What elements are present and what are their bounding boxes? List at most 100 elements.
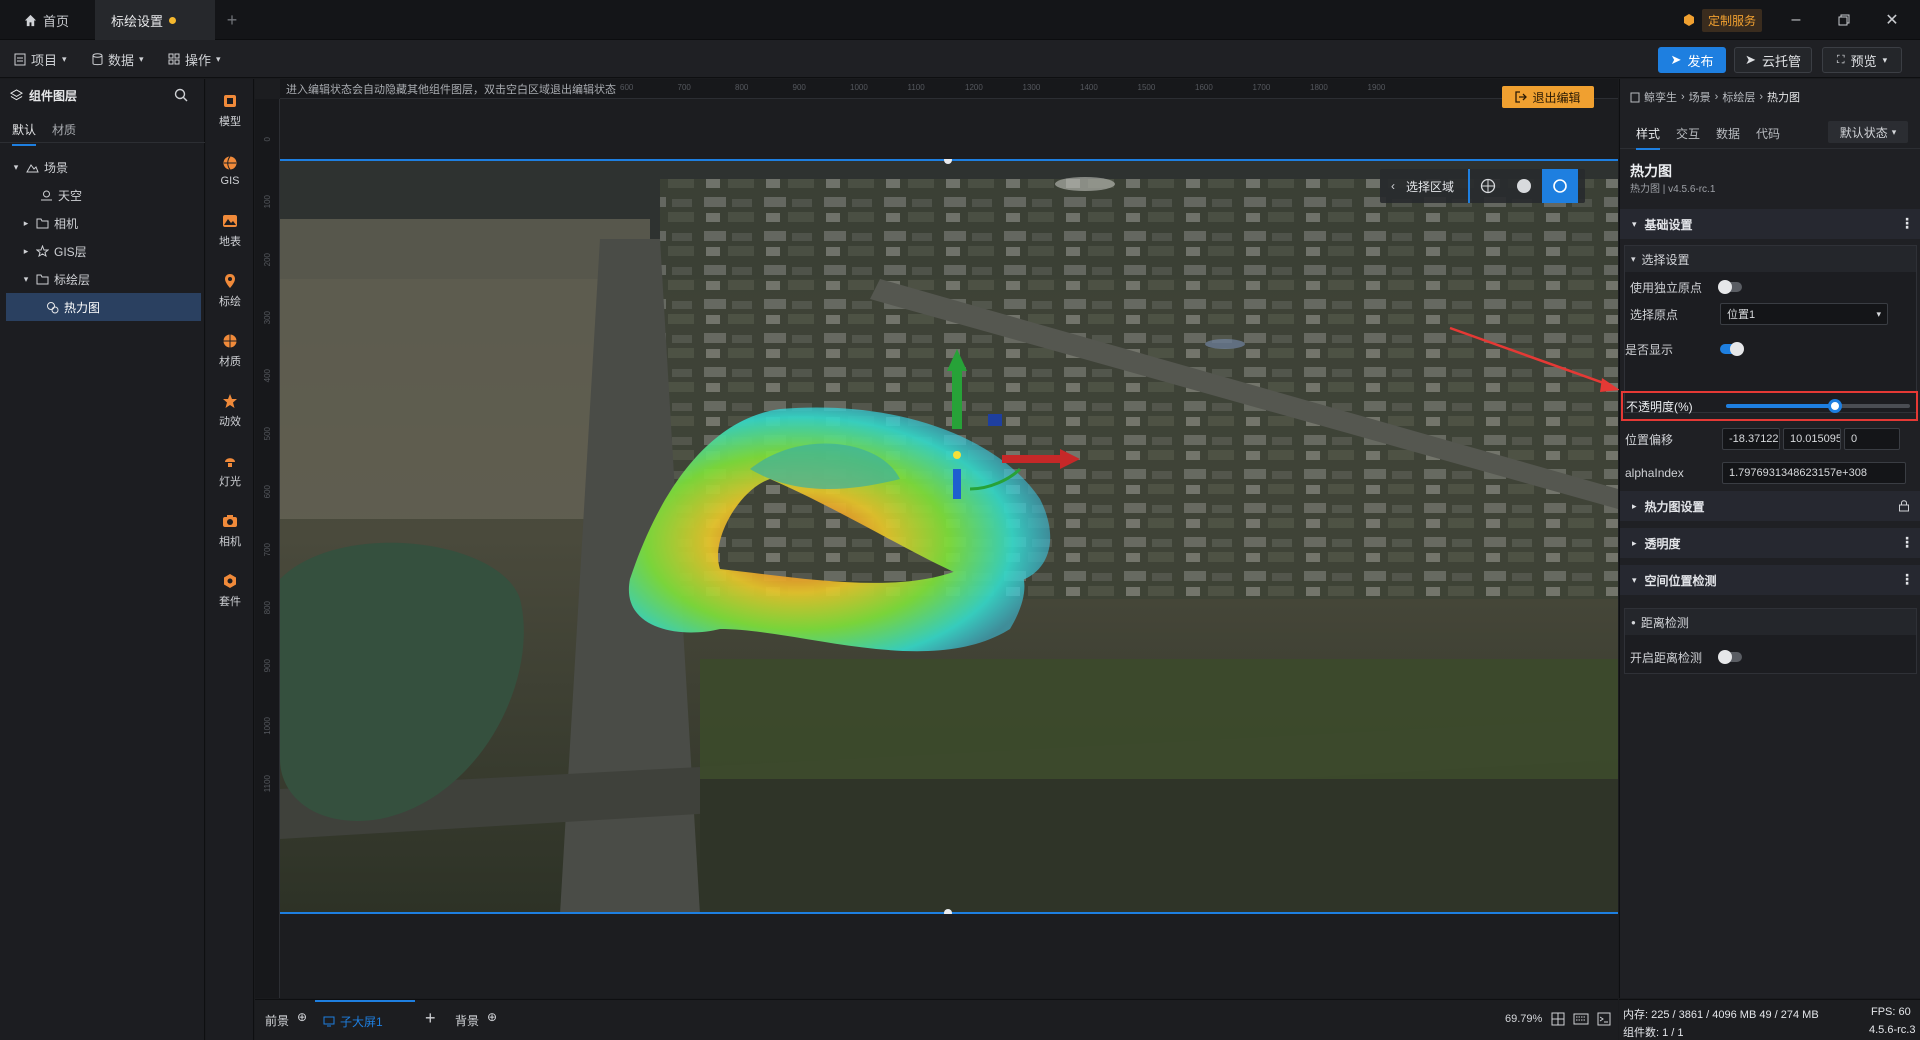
prop-label: 不透明度(%) [1626,399,1693,414]
background-tab[interactable]: 背景 ⊕ [455,1010,497,1029]
chevron-down-icon: ▾ [216,53,221,64]
more-icon[interactable]: ⋮ [1900,215,1914,232]
tab-material[interactable]: 材质 [52,121,76,138]
exit-edit-button[interactable]: 退出编辑 [1502,86,1594,108]
tool-label: 标绘 [219,296,241,308]
chevron-left-icon[interactable]: ‹ [1380,179,1406,193]
breadcrumb-item[interactable]: 场景 [1689,89,1711,105]
keyboard-icon[interactable] [1573,1012,1589,1026]
layer-panel: 组件图层 默认 材质 ▾ 场景 天空 ▸ 相机 ▸ GIS层 ▾ 标绘层 热力图 [0,79,205,1040]
tool-gis[interactable]: GIS [206,143,254,199]
tool-light[interactable]: 灯光 [206,443,254,499]
chevron-down-icon: ▾ [1876,308,1881,319]
tab-data[interactable]: 数据 [1716,125,1740,142]
section-basic[interactable]: ▾ 基础设置 ⋮ [1620,209,1920,239]
menu-data[interactable]: 数据 ▾ [92,40,144,78]
tree-item-sky[interactable]: 天空 [0,181,205,209]
offset-y-input[interactable]: 10.015095 [1783,428,1841,450]
publish-button[interactable]: ➤ 发布 [1658,47,1726,73]
minimize-icon[interactable]: – [1772,0,1820,40]
ring-select-icon[interactable] [1542,169,1578,203]
origin-select[interactable]: 位置1 ▾ [1720,303,1888,325]
resize-handle[interactable] [944,909,952,914]
tool-terrain[interactable]: 地表 [206,203,254,259]
unsaved-dot-icon [169,16,177,24]
tree-item-gis[interactable]: ▸ GIS层 [0,237,205,265]
custom-service[interactable]: 定制服务 [1682,8,1763,32]
tree-item-heatmap[interactable]: 热力图 [6,293,201,321]
prop-label: 使用独立原点 [1630,280,1703,295]
ruler-tick-label: 700 [263,543,272,557]
preview-button[interactable]: ⛶ 预览 ▾ [1822,47,1902,73]
breadcrumb-item[interactable]: 鲸孪生 [1644,89,1677,105]
use-origin-toggle[interactable] [1718,280,1742,294]
add-screen-icon[interactable]: + [425,1008,436,1029]
tree-label: 相机 [54,216,79,231]
more-icon[interactable]: ⋮ [1900,571,1914,588]
send-icon: ➤ [1670,52,1682,67]
menu-operation[interactable]: 操作 ▾ [168,40,221,78]
tool-label: 地表 [219,236,241,248]
search-icon[interactable] [174,88,188,102]
screen-tab-active[interactable]: 子大屏1 [315,1000,415,1040]
distance-toggle[interactable] [1718,650,1742,664]
tool-model[interactable]: 模型 [206,83,254,139]
tool-plot[interactable]: 标绘 [206,263,254,319]
offset-z-input[interactable]: 0 [1844,428,1900,450]
foreground-tab[interactable]: 前景 ⊕ [265,1010,307,1029]
tool-camera[interactable]: 相机 [206,503,254,559]
polygon-select-icon[interactable] [1470,178,1506,194]
tool-effect[interactable]: 动效 [206,383,254,439]
opacity-slider[interactable] [1726,399,1910,413]
breadcrumb-item[interactable]: 热力图 [1767,89,1800,105]
title-bar: 首页 标绘设置 + 定制服务 – ✕ [0,0,1920,40]
tool-kit[interactable]: 套件 [206,563,254,619]
tab-interaction[interactable]: 交互 [1676,125,1700,142]
tab-plot-settings[interactable]: 标绘设置 [95,0,215,40]
fps-status: FPS: 60 [1871,1006,1911,1018]
add-circle-icon[interactable]: ⊕ [487,1010,497,1024]
tree-item-scene[interactable]: ▾ 场景 [0,153,205,181]
tab-code[interactable]: 代码 [1756,125,1780,142]
alpha-index-input[interactable]: 1.7976931348623157e+308 [1722,462,1906,484]
tab-default[interactable]: 默认 [12,121,37,146]
section-transparency[interactable]: ▸ 透明度 ⋮ [1620,528,1920,558]
section-label: 热力图设置 [1644,499,1705,514]
tab-style[interactable]: 样式 [1636,125,1661,150]
heatmap-icon [47,301,59,313]
section-space-check[interactable]: ▾ 空间位置检测 ⋮ [1620,565,1920,595]
menu-project[interactable]: 项目 ▾ [14,40,67,78]
scene-viewport[interactable]: ‹ 选择区域 [280,159,1618,914]
opacity-slider-handle[interactable] [1827,399,1842,413]
canvas-area[interactable]: 600 700 800 900 1000 1100 1200 1300 1400 1500 1600… [255,79,1618,998]
add-tab-icon[interactable]: + [222,10,242,30]
terrain-icon [223,215,237,227]
breadcrumb-item[interactable]: 标绘层 [1722,89,1755,105]
circle-select-icon[interactable] [1506,178,1542,194]
section-heatmap[interactable]: ▸ 热力图设置 [1620,491,1920,521]
lamp-icon [225,458,235,467]
ruler-tick-label: 400 [263,369,272,383]
tree-item-plot-layer[interactable]: ▾ 标绘层 [0,265,205,293]
lock-icon[interactable] [1898,499,1910,512]
state-select[interactable]: 默认状态 ▾ [1828,121,1908,143]
restore-icon[interactable] [1820,0,1868,40]
fit-screen-icon[interactable] [1551,1012,1565,1026]
visible-toggle[interactable] [1720,342,1744,356]
zoom-level[interactable]: 69.79% [1505,1013,1542,1025]
service-icon [1684,14,1694,26]
tree-item-camera[interactable]: ▸ 相机 [0,209,205,237]
material-icon [223,334,237,348]
distance-header[interactable]: ● 距离检测 [1625,609,1916,635]
more-icon[interactable]: ⋮ [1900,534,1914,551]
terminal-icon[interactable] [1597,1012,1611,1026]
tab-home[interactable]: 首页 [8,0,94,40]
sky-icon [41,190,52,201]
cloud-host-button[interactable]: ➤ 云托管 [1734,47,1812,73]
home-icon [24,14,37,26]
select-settings-header[interactable]: ▾ 选择设置 [1625,246,1916,272]
tool-material[interactable]: 材质 [206,323,254,379]
close-icon[interactable]: ✕ [1868,0,1916,40]
add-circle-icon[interactable]: ⊕ [297,1010,307,1024]
offset-x-input[interactable]: -18.371223 [1722,428,1780,450]
